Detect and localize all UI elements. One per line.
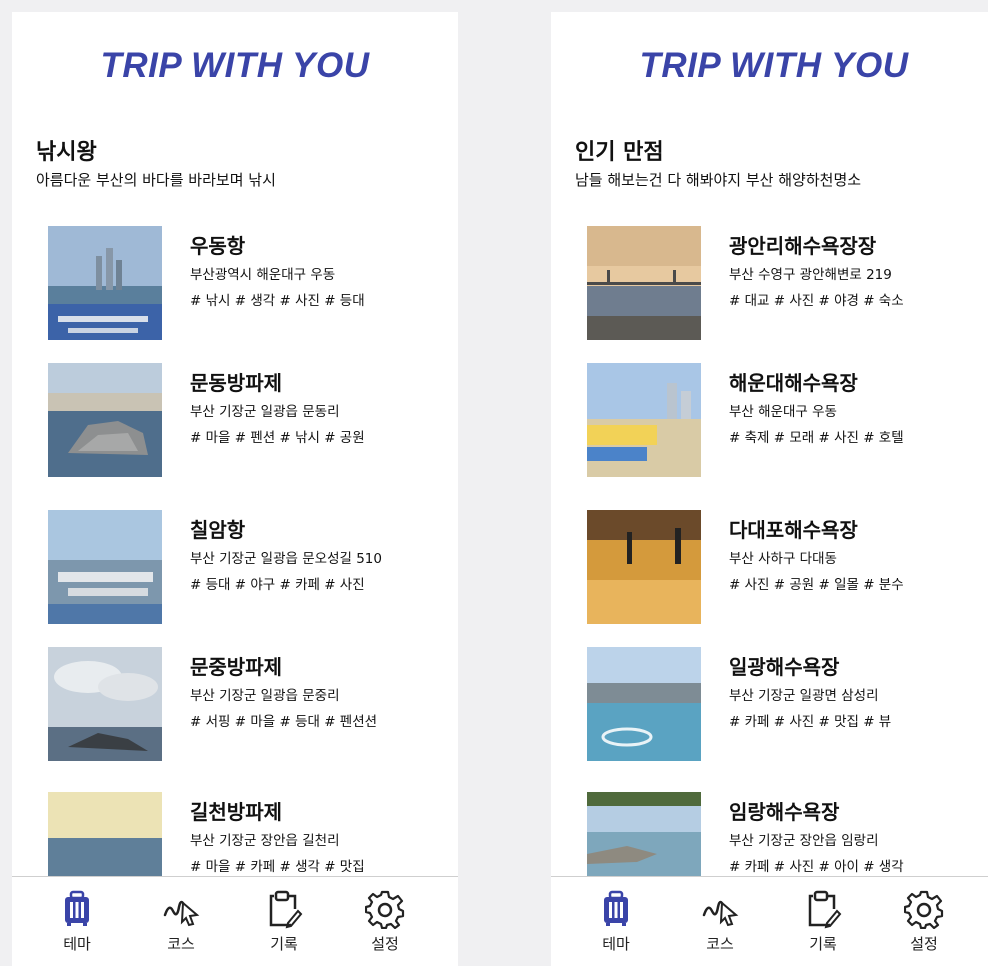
spot-tags: # 등대 # 야구 # 카페 # 사진 <box>190 577 365 593</box>
clipboard-pen-icon <box>269 890 303 929</box>
nav-tab-course[interactable]: 코스 <box>675 889 765 954</box>
suitcase-icon <box>604 890 628 926</box>
spot-tags: # 대교 # 사진 # 야경 # 숙소 <box>729 293 904 309</box>
list-item[interactable]: 문중방파제 부산 기장군 일광읍 문중리 # 서핑 # 마을 # 등대 # 펜션… <box>48 647 448 763</box>
spot-photo <box>587 363 701 477</box>
spot-address: 부산 기장군 장안읍 길천리 <box>190 833 340 849</box>
spot-tags: # 카페 # 사진 # 맛집 # 뷰 <box>729 714 892 730</box>
list-item[interactable]: 다대포해수욕장 부산 사하구 다대동 # 사진 # 공원 # 일몰 # 분수 <box>587 510 987 626</box>
nav-label: 테마 <box>602 935 630 953</box>
spot-address: 부산 수영구 광안해변로 219 <box>729 267 892 283</box>
clipboard-pen-icon <box>808 890 842 929</box>
app-logo: TRIP WITH YOU <box>639 46 909 85</box>
spot-name: 광안리해수욕장장 <box>729 234 877 258</box>
spot-address: 부산 기장군 일광읍 문동리 <box>190 404 340 420</box>
spot-address: 부산 기장군 일광읍 문중리 <box>190 688 340 704</box>
theme-subtitle: 아름다운 부산의 바다를 바라보며 낚시 <box>36 171 276 189</box>
spot-photo <box>587 792 701 878</box>
spot-photo <box>587 510 701 624</box>
theme-subtitle: 남들 해보는건 다 해봐야지 부산 해양하천명소 <box>575 171 862 189</box>
spot-name: 문동방파제 <box>190 371 282 395</box>
nav-label: 설정 <box>371 935 399 953</box>
spot-address: 부산 기장군 일광면 삼성리 <box>729 688 879 704</box>
nav-tab-record[interactable]: 기록 <box>239 889 329 954</box>
spot-photo <box>587 647 701 761</box>
list-item[interactable]: 광안리해수욕장장 부산 수영구 광안해변로 219 # 대교 # 사진 # 야경… <box>587 226 987 342</box>
nav-label: 코스 <box>167 935 195 953</box>
spot-photo <box>48 647 162 761</box>
list-item[interactable]: 길천방파제 부산 기장군 장안읍 길천리 # 마을 # 카페 # 생각 # 맛집 <box>48 792 448 878</box>
spot-address: 부산 기장군 장안읍 임랑리 <box>729 833 879 849</box>
nav-tab-record[interactable]: 기록 <box>778 889 868 954</box>
gear-icon <box>365 890 405 929</box>
spot-name: 칠암항 <box>190 518 246 542</box>
nav-label: 설정 <box>910 935 938 953</box>
app-logo: TRIP WITH YOU <box>100 46 370 85</box>
spot-name: 우동항 <box>190 234 246 258</box>
route-cursor-icon <box>163 900 200 927</box>
spot-photo <box>587 226 701 340</box>
list-item[interactable]: 임랑해수욕장 부산 기장군 장안읍 임랑리 # 카페 # 사진 # 아이 # 생… <box>587 792 987 878</box>
nav-tab-course[interactable]: 코스 <box>136 889 226 954</box>
spot-address: 부산 사하구 다대동 <box>729 551 837 567</box>
spot-name: 해운대해수욕장 <box>729 371 858 395</box>
nav-label: 테마 <box>63 935 91 953</box>
theme-title: 인기 만점 <box>575 140 664 165</box>
spot-name: 문중방파제 <box>190 655 282 679</box>
spot-name: 길천방파제 <box>190 800 282 824</box>
nav-tab-theme[interactable]: 테마 <box>32 889 122 954</box>
spot-photo <box>48 363 162 477</box>
spot-list[interactable]: 광안리해수욕장장 부산 수영구 광안해변로 219 # 대교 # 사진 # 야경… <box>587 226 987 878</box>
nav-tab-settings[interactable]: 설정 <box>340 889 430 954</box>
spot-tags: # 서핑 # 마을 # 등대 # 펜션션 <box>190 714 378 730</box>
route-cursor-icon <box>702 900 739 927</box>
spot-name: 다대포해수욕장 <box>729 518 858 542</box>
nav-label: 기록 <box>270 935 298 953</box>
list-item[interactable]: 해운대해수욕장 부산 해운대구 우동 # 축제 # 모래 # 사진 # 호텔 <box>587 363 987 479</box>
spot-tags: # 마을 # 펜션 # 낚시 # 공원 <box>190 430 365 446</box>
spot-tags: # 카페 # 사진 # 아이 # 생각 <box>729 859 904 875</box>
spot-address: 부산 기장군 일광읍 문오성길 510 <box>190 551 382 567</box>
nav-label: 기록 <box>809 935 837 953</box>
spot-photo <box>48 226 162 340</box>
spot-photo <box>48 510 162 624</box>
list-item[interactable]: 칠암항 부산 기장군 일광읍 문오성길 510 # 등대 # 야구 # 카페 #… <box>48 510 448 626</box>
spot-photo <box>48 792 162 878</box>
spot-tags: # 마을 # 카페 # 생각 # 맛집 <box>190 859 365 875</box>
list-item[interactable]: 우동항 부산광역시 해운대구 우동 # 낚시 # 생각 # 사진 # 등대 <box>48 226 448 342</box>
spot-tags: # 사진 # 공원 # 일몰 # 분수 <box>729 577 904 593</box>
nav-tab-theme[interactable]: 테마 <box>571 889 661 954</box>
suitcase-icon <box>65 890 89 926</box>
phone-screen-popular: TRIP WITH YOU 인기 만점 남들 해보는건 다 해봐야지 부산 해양… <box>551 12 988 966</box>
spot-name: 일광해수욕장 <box>729 655 840 679</box>
spot-tags: # 축제 # 모래 # 사진 # 호텔 <box>729 430 904 446</box>
theme-title: 낚시왕 <box>36 140 97 165</box>
bottom-nav: 테마 코스 기록 설정 <box>12 876 458 966</box>
bottom-nav: 테마 코스 기록 설정 <box>551 876 988 966</box>
phone-screen-fishing: TRIP WITH YOU 낚시왕 아름다운 부산의 바다를 바라보며 낚시 우… <box>12 12 458 966</box>
nav-label: 코스 <box>706 935 734 953</box>
nav-tab-settings[interactable]: 설정 <box>879 889 969 954</box>
gear-icon <box>904 890 944 929</box>
spot-tags: # 낚시 # 생각 # 사진 # 등대 <box>190 293 365 309</box>
list-item[interactable]: 문동방파제 부산 기장군 일광읍 문동리 # 마을 # 펜션 # 낚시 # 공원 <box>48 363 448 479</box>
spot-address: 부산광역시 해운대구 우동 <box>190 267 336 283</box>
spot-list[interactable]: 우동항 부산광역시 해운대구 우동 # 낚시 # 생각 # 사진 # 등대 문동… <box>48 226 448 878</box>
list-item[interactable]: 일광해수욕장 부산 기장군 일광면 삼성리 # 카페 # 사진 # 맛집 # 뷰 <box>587 647 987 763</box>
spot-name: 임랑해수욕장 <box>729 800 840 824</box>
spot-address: 부산 해운대구 우동 <box>729 404 837 420</box>
